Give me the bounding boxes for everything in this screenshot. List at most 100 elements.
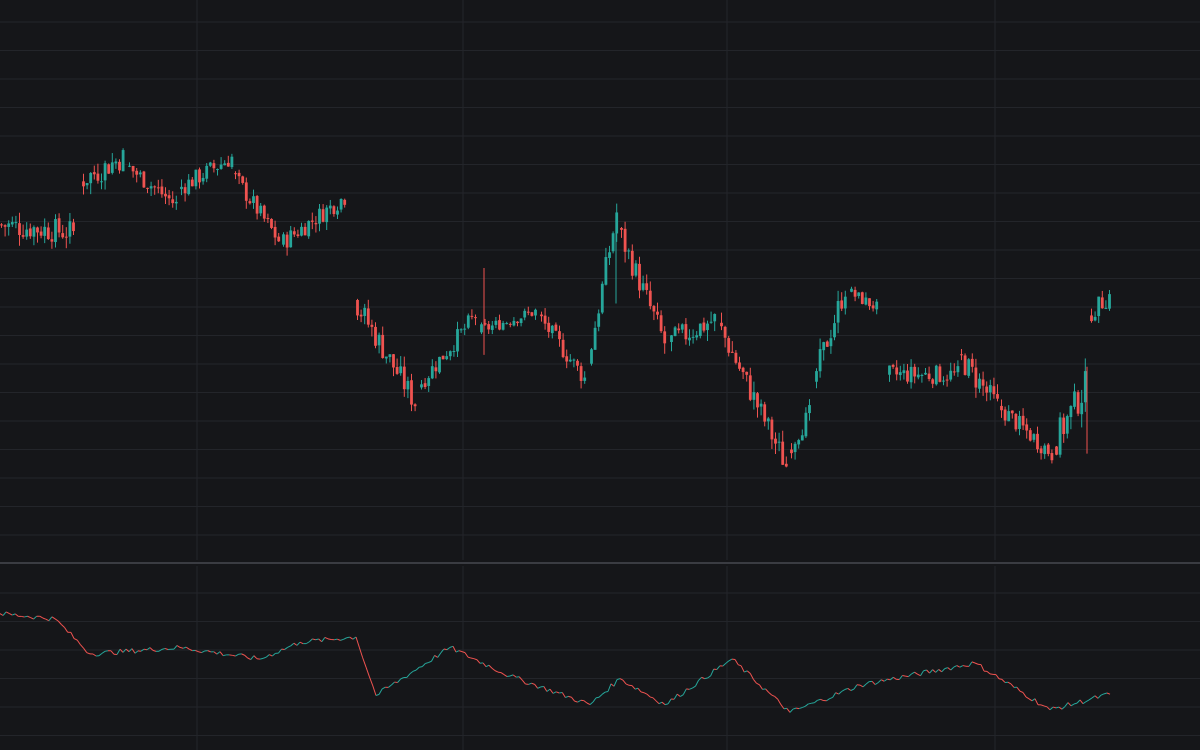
candle-down [565, 356, 569, 362]
candle-up [698, 323, 702, 337]
indicator-segment [235, 653, 239, 657]
candle-up [505, 323, 509, 325]
candle-down [1055, 446, 1058, 455]
candle-up [604, 257, 608, 285]
indicator-segment [461, 651, 466, 654]
candle-down [554, 324, 558, 331]
indicator-segment [667, 698, 672, 705]
candle-up [494, 320, 498, 325]
candle-up [688, 337, 691, 341]
candle-up [1065, 416, 1069, 434]
indicator-segment [48, 616, 53, 622]
candle-down [840, 300, 844, 309]
indicator-segment [1082, 701, 1087, 705]
indicator-segment [470, 657, 475, 660]
indicator-segment [337, 638, 341, 641]
indicator-segment [887, 678, 891, 681]
candle-up [466, 315, 470, 328]
candle-down [702, 322, 706, 331]
candle-up [600, 283, 604, 313]
indicator-segment [574, 700, 578, 703]
candle-up [988, 385, 992, 393]
candlestick-series[interactable] [0, 148, 1111, 468]
candle-down [720, 322, 723, 327]
indicator-segment [381, 686, 386, 690]
indicator-segment [327, 638, 332, 640]
indicator-segment [649, 696, 654, 699]
candle-up [572, 359, 576, 361]
candle-down [277, 236, 281, 242]
candle-down [474, 317, 477, 319]
candle-up [1097, 296, 1101, 317]
indicator-segment [592, 697, 597, 703]
indicator-segment [201, 650, 205, 654]
indicator-segment [521, 679, 526, 685]
indicator-segment [817, 698, 821, 701]
candle-down [21, 235, 25, 237]
candle-up [752, 392, 756, 400]
candle-down [723, 326, 727, 338]
indicator-segment [756, 682, 760, 686]
indicator-segment [789, 708, 794, 713]
candle-down [1046, 444, 1050, 454]
candle-up [149, 186, 153, 189]
indicator-segment [1034, 698, 1039, 705]
indicator-segment [546, 688, 551, 692]
indicator-segment [425, 662, 429, 664]
indicator-segment [631, 685, 636, 690]
candle-up [114, 161, 118, 164]
candle-down [198, 169, 201, 183]
indicator-segment [737, 664, 742, 667]
indicator-segment [207, 650, 211, 653]
indicator-segment [397, 678, 402, 683]
candle-up [815, 371, 818, 382]
candle-down [72, 222, 75, 232]
price-chart[interactable] [0, 0, 1200, 750]
indicator-segment [265, 654, 270, 658]
candle-up [459, 329, 463, 331]
candle-down [18, 223, 21, 235]
indicator-segment [765, 688, 770, 693]
indicator-segment [334, 638, 338, 641]
indicator-segment [752, 678, 757, 684]
indicator-segment [559, 692, 563, 694]
candle-down [770, 419, 774, 440]
candle-up [800, 435, 804, 441]
indicator-segment [1067, 702, 1072, 707]
candle-up [501, 322, 505, 330]
indicator-segment [549, 688, 554, 694]
candle-up [850, 288, 853, 292]
indicator-segment [962, 665, 967, 667]
candle-down [292, 231, 296, 235]
candle-up [399, 366, 403, 374]
candle-up [187, 179, 191, 195]
candle-up [448, 351, 452, 357]
candle-down [1003, 409, 1007, 421]
indicator-segment [968, 661, 973, 667]
indicator-segment [378, 688, 383, 695]
candle-down [781, 441, 785, 465]
candle-down [156, 187, 160, 189]
candle-up [793, 443, 797, 453]
indicator-segment [446, 646, 451, 651]
indicator-segment [552, 691, 557, 694]
indicator-segment [826, 698, 830, 702]
indicator-segment [908, 673, 912, 677]
indicator-segment [829, 697, 833, 700]
indicator-segment [1088, 697, 1093, 701]
indicator-segment [1097, 694, 1102, 699]
indicator-segment [42, 617, 47, 620]
indicator-segment [601, 691, 606, 695]
indicator-segment [391, 681, 395, 686]
indicator-segment [543, 686, 548, 692]
candle-up [216, 169, 219, 171]
candle-up [1032, 434, 1036, 440]
indicator-segment [500, 672, 505, 675]
candle-up [978, 378, 981, 389]
indicator-segment [485, 664, 490, 668]
candle-down [1050, 453, 1054, 461]
candle-up [713, 314, 717, 322]
candle-down [561, 339, 565, 358]
indicator-segment [179, 646, 184, 649]
indicator-segment [862, 683, 867, 688]
